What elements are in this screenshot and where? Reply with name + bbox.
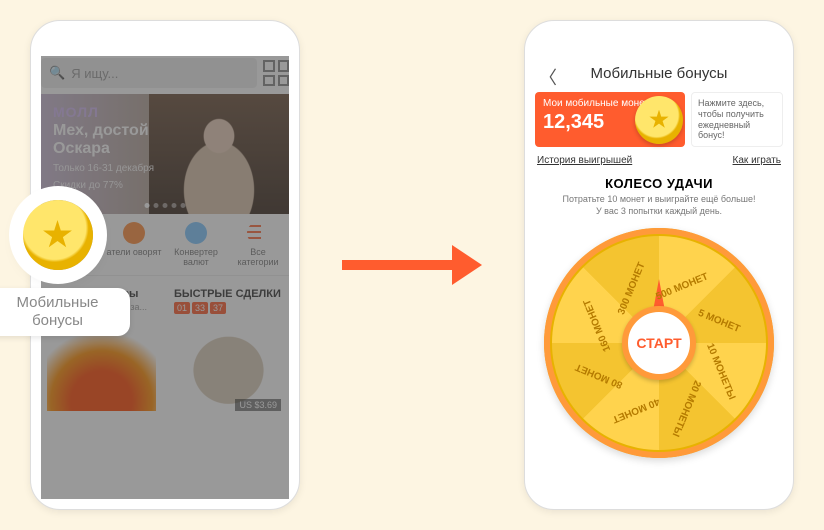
search-icon: 🔍 <box>49 65 65 81</box>
card-image: US $3.69 <box>174 318 283 413</box>
back-button[interactable]: 〈 <box>539 64 557 90</box>
mobile-bonuses-callout[interactable]: Мобильные бонусы <box>0 200 130 336</box>
wheel-subtitle: Потратьте 10 монет и выиграйте ещё больш… <box>535 194 783 217</box>
coin-icon[interactable] <box>635 96 683 144</box>
card-flash-deals[interactable]: БЫСТРЫЕ СДЕЛКИ 01 33 37 US $3.69 <box>168 282 289 419</box>
hero-image <box>149 94 289 214</box>
arrow-icon <box>342 245 482 285</box>
howto-link[interactable]: Как играть <box>733 155 781 166</box>
quick-label: Все категории <box>229 247 287 267</box>
card-title: БЫСТРЫЕ СДЕЛКИ <box>174 288 283 300</box>
carousel-dots <box>145 203 186 208</box>
wheel-title: КОЛЕСО УДАЧИ <box>535 176 783 191</box>
balance-row: Мои мобильные монеты: 12,345 Нажмите зде… <box>535 92 783 147</box>
quick-item-converter[interactable]: Конвертер валют <box>165 214 227 275</box>
menu-icon <box>247 222 269 244</box>
price-badge: US $3.69 <box>235 399 281 411</box>
wheel-section: КОЛЕСО УДАЧИ Потратьте 10 монет и выигра… <box>535 176 783 457</box>
page-title: Мобильные бонусы <box>591 65 728 82</box>
search-placeholder: Я ищу... <box>71 66 118 81</box>
quick-label: Конвертер валют <box>167 247 225 267</box>
fortune-wheel[interactable]: СТАРТ 5 МОНЕТ10 МОНЕТЫ20 МОНЕТЫ40 МОНЕТ8… <box>544 228 774 458</box>
coin-icon <box>23 200 93 270</box>
hero-discount: Скидки до 77% <box>53 180 277 191</box>
countdown-timer: 01 33 37 <box>174 302 283 314</box>
top-bar: 〈 Мобильные бонусы <box>535 56 783 90</box>
qr-scan-icon[interactable] <box>263 60 289 86</box>
quick-item-categories[interactable]: Все категории <box>227 214 289 275</box>
phone-bonuses: 〈 Мобильные бонусы Мои мобильные монеты:… <box>524 20 794 510</box>
converter-icon <box>185 222 207 244</box>
hero-date: Только 16-31 декабря <box>53 163 277 174</box>
start-button[interactable]: СТАРТ <box>622 306 696 380</box>
callout-label: Мобильные бонусы <box>0 288 130 336</box>
links-row: История выигрышей Как играть <box>535 155 783 166</box>
daily-bonus-tip[interactable]: Нажмите здесь, чтобы получить ежедневный… <box>691 92 783 147</box>
hero-banner[interactable]: МОЛЛ Мех, достойный Оскара Только 16-31 … <box>41 94 289 214</box>
search-input[interactable]: 🔍 Я ищу... <box>41 58 257 88</box>
history-link[interactable]: История выигрышей <box>537 155 632 166</box>
search-row: 🔍 Я ищу... <box>41 56 289 90</box>
